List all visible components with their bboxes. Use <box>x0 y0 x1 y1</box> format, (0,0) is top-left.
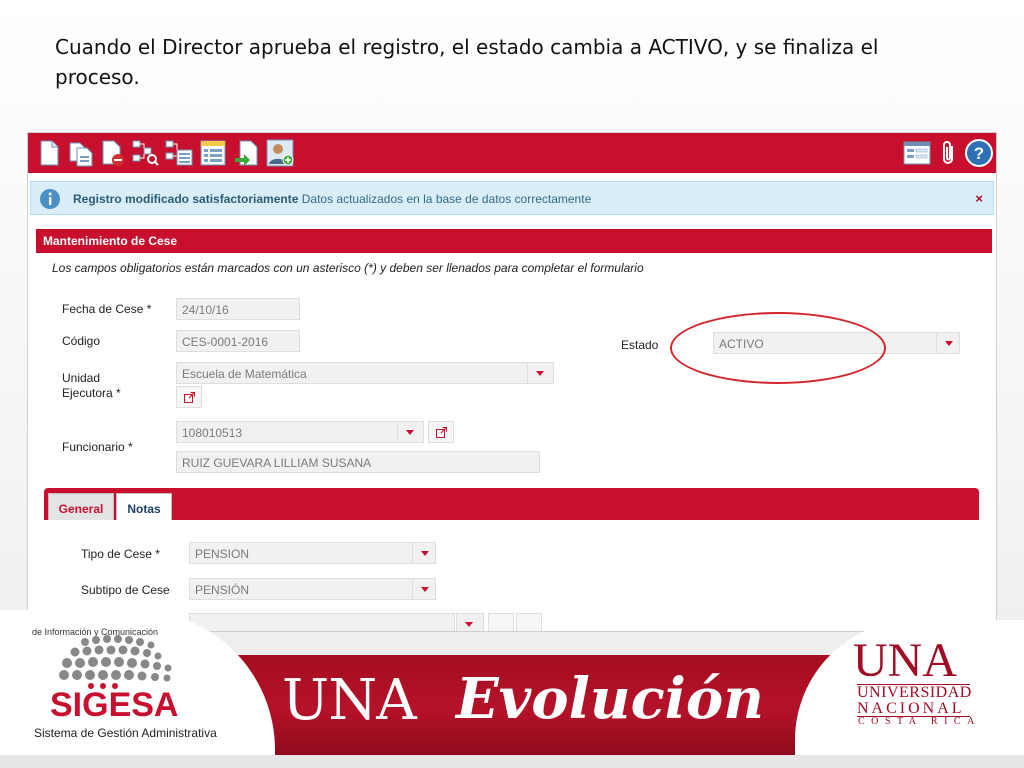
unidad-select[interactable]: Escuela de Matemática <box>176 362 528 384</box>
tab-general-content: Tipo de Cese * PENSION Subtipo de Cese P… <box>44 520 979 631</box>
toolbar: ? <box>28 133 996 173</box>
highlight-ellipse <box>670 312 886 384</box>
delete-document-icon[interactable] <box>98 138 128 168</box>
fecha-cese-field[interactable]: 24/10/16 <box>176 298 300 320</box>
form-view-icon[interactable] <box>902 138 932 168</box>
application-window: ? Registro modificado satisfactoriamente… <box>27 132 997 632</box>
funcionario-label: Funcionario * <box>62 440 133 454</box>
partial-link-icon[interactable] <box>488 613 514 631</box>
workflow-list-icon[interactable] <box>164 138 194 168</box>
tipo-cese-dropdown-chevron-down-icon[interactable] <box>412 542 436 564</box>
una-logo-text: UNA <box>853 634 957 687</box>
slide-caption: Cuando el Director aprueba el registro, … <box>55 35 879 89</box>
footer-strip <box>0 755 1024 768</box>
tab-strip: General Notas <box>44 488 979 520</box>
codigo-label: Código <box>62 334 101 348</box>
alert-title: Registro modificado satisfactoriamente <box>73 192 299 206</box>
user-add-icon[interactable] <box>265 138 295 168</box>
partial-dropdown-chevron-down-icon[interactable] <box>456 613 484 631</box>
report-list-icon[interactable] <box>198 138 228 168</box>
estado-dropdown-chevron-down-icon[interactable] <box>936 332 960 354</box>
search-workflow-icon[interactable] <box>130 138 160 168</box>
sigesa-dots-logo-icon <box>59 635 172 689</box>
panel-title: Mantenimiento de Cese <box>36 229 992 253</box>
funcionario-select[interactable]: 108010513 <box>176 421 398 443</box>
form-instructions: Los campos obligatorios están marcados c… <box>52 261 644 275</box>
svg-text:?: ? <box>974 144 984 163</box>
unidad-label-line1: Unidad <box>62 371 101 385</box>
alert-text: Datos actualizados en la base de datos c… <box>301 192 592 206</box>
partial-select[interactable] <box>189 613 455 631</box>
funcionario-dropdown-chevron-down-icon[interactable] <box>397 421 424 443</box>
success-alert: Registro modificado satisfactoriamente D… <box>30 181 994 215</box>
tipo-cese-label: Tipo de Cese * <box>81 547 160 561</box>
subtipo-cese-label: Subtipo de Cese <box>81 583 170 597</box>
attachment-icon[interactable] <box>934 138 964 168</box>
new-document-icon[interactable] <box>34 138 64 168</box>
sigesa-subtitle: Sistema de Gestión Administrativa <box>34 726 217 740</box>
tab-notas[interactable]: Notas <box>116 493 172 520</box>
unidad-label: Unidad Ejecutora * <box>62 371 121 401</box>
codigo-field[interactable]: CES-0001-2016 <box>176 330 300 352</box>
close-icon[interactable]: × <box>975 191 983 206</box>
estado-label: Estado <box>621 338 659 352</box>
funcionario-open-link-icon[interactable] <box>428 421 454 443</box>
fecha-cese-label: Fecha de Cese * <box>62 302 152 316</box>
una-logo-line3: COSTA RICA <box>858 716 981 727</box>
sigesa-logo-text: SIGESA <box>50 686 179 724</box>
subtipo-cese-select[interactable]: PENSIÓN <box>189 578 413 600</box>
help-icon[interactable]: ? <box>964 138 994 168</box>
una-evolucion-una-text: UNA <box>282 668 417 733</box>
partial-link-icon-2[interactable] <box>516 613 542 631</box>
unidad-dropdown-chevron-down-icon[interactable] <box>527 362 554 384</box>
tab-general[interactable]: General <box>48 493 114 520</box>
copy-document-icon[interactable] <box>66 138 96 168</box>
alert-message: Registro modificado satisfactoriamente D… <box>73 192 591 206</box>
export-document-icon[interactable] <box>232 138 262 168</box>
unidad-label-line2: Ejecutora * <box>62 386 121 400</box>
una-evolucion-text: Evolución <box>456 666 764 732</box>
subtipo-cese-dropdown-chevron-down-icon[interactable] <box>412 578 436 600</box>
tipo-cese-select[interactable]: PENSION <box>189 542 413 564</box>
info-icon <box>39 188 61 210</box>
unidad-open-link-icon[interactable] <box>176 386 202 408</box>
funcionario-name-field: RUIZ GUEVARA LILLIAM SUSANA <box>176 451 540 473</box>
